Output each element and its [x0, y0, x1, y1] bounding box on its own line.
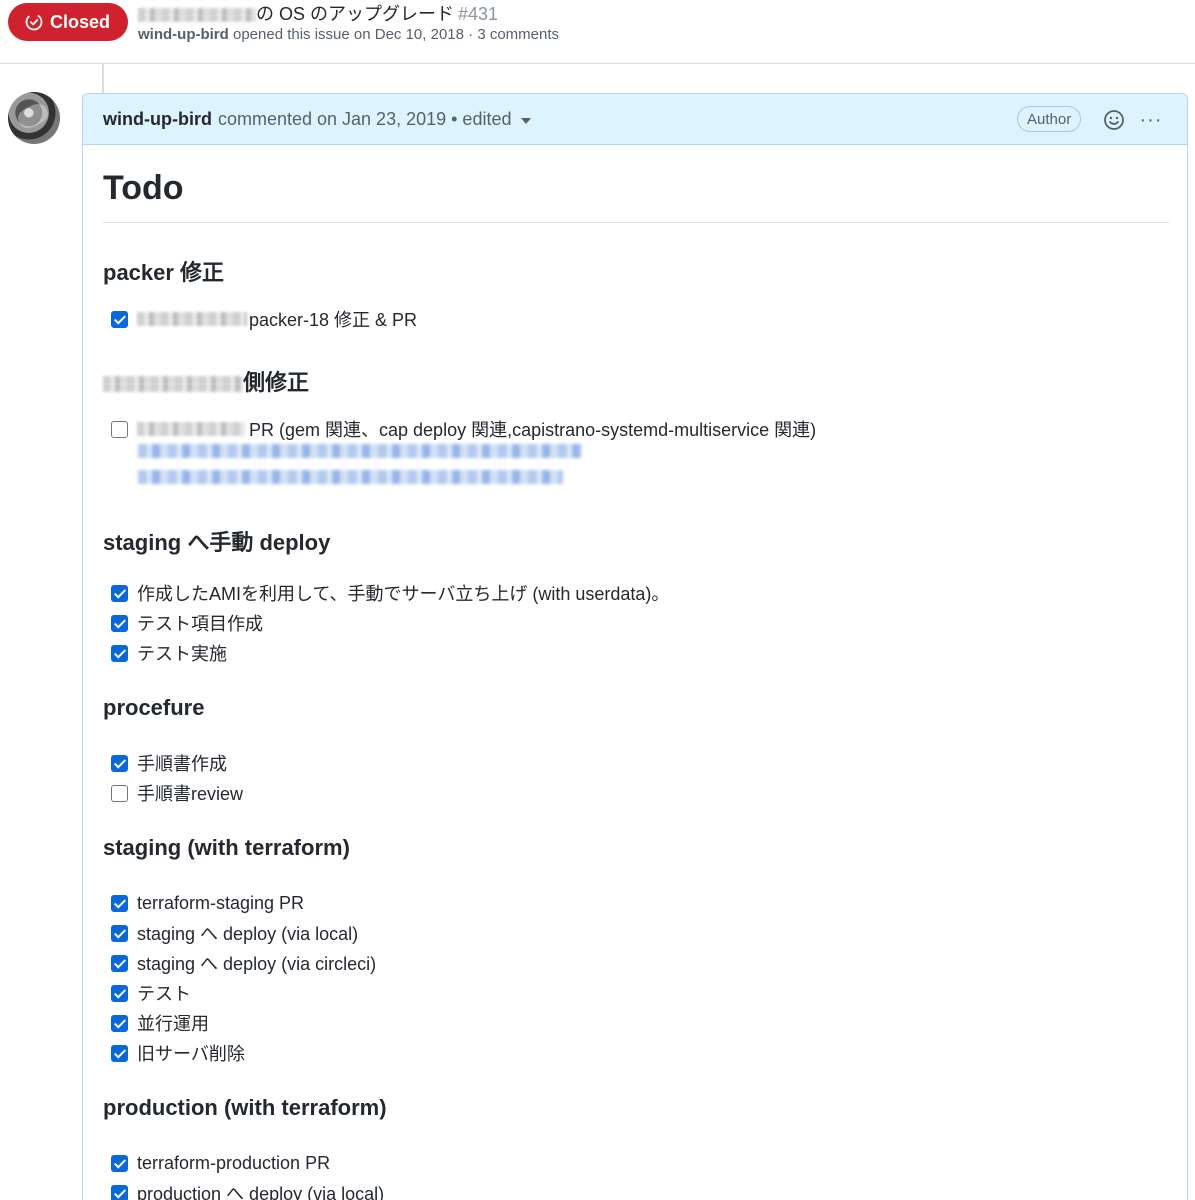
section-heading: procefure	[103, 695, 205, 720]
title-divider	[103, 222, 1169, 223]
task-label: 作成したAMIを利用して、手動でサーバ立ち上げ (with userdata)。	[137, 584, 670, 604]
comment-meta: commented on Jan 23, 2019 • edited	[217, 108, 512, 129]
redacted-text	[138, 8, 256, 23]
issue-author-link[interactable]: wind-up-bird	[138, 26, 229, 43]
task-checkbox[interactable]	[111, 1044, 128, 1062]
issue-state-label: Closed	[50, 11, 111, 32]
task-label: production へ deploy (via local)	[137, 1184, 385, 1200]
avatar[interactable]	[8, 92, 60, 144]
task-checkbox[interactable]	[111, 924, 128, 942]
task-item: packer-18 修正 & PR	[111, 307, 417, 331]
comment-author-link[interactable]: wind-up-bird	[103, 109, 212, 130]
task-label: テスト実施	[137, 644, 227, 664]
task-item: terraform-production PR	[111, 1151, 330, 1175]
task-item: テスト項目作成	[111, 611, 263, 635]
issue-title: の OS のアップグレード #431	[138, 0, 498, 26]
task-label: staging へ deploy (via local)	[137, 924, 359, 944]
redacted-link[interactable]	[138, 470, 563, 484]
task-checkbox[interactable]	[111, 1154, 128, 1172]
task-checkbox[interactable]	[111, 1184, 128, 1200]
issue-opened-text: opened this issue on Dec 10, 2018 · 3 co…	[232, 26, 560, 43]
edit-history-dropdown-icon[interactable]	[521, 118, 532, 124]
task-item: production へ deploy (via local)	[111, 1181, 384, 1200]
section-heading: production (with terraform)	[103, 1095, 387, 1120]
section-heading: packer 修正	[103, 260, 225, 285]
body-title: Todo	[103, 169, 184, 207]
issue-header: Closed の OS のアップグレード #431 wind-up-bird op…	[0, 0, 1195, 64]
section-heading: staging (with terraform)	[103, 835, 350, 860]
task-label: terraform-staging PR	[137, 892, 305, 913]
task-checkbox[interactable]	[111, 1014, 128, 1032]
task-item: 手順書作成	[111, 751, 227, 775]
issue-meta: wind-up-bird opened this issue on Dec 10…	[138, 26, 559, 43]
redacted-text	[137, 312, 247, 326]
issue-state-badge: Closed	[8, 3, 129, 41]
task-checkbox[interactable]	[111, 954, 128, 972]
task-item: 並行運用	[111, 1011, 209, 1035]
task-label: テスト	[137, 984, 191, 1004]
task-item: テスト実施	[111, 641, 227, 665]
task-checkbox[interactable]	[111, 614, 128, 632]
task-label: terraform-production PR	[137, 1152, 331, 1173]
task-label: 手順書review	[137, 784, 244, 804]
section-heading: 側修正	[103, 365, 309, 397]
more-options-button[interactable]: ···	[1136, 107, 1166, 133]
author-badge: Author	[1017, 106, 1082, 132]
timeline-line	[102, 64, 104, 94]
task-label: 旧サーバ削除	[137, 1044, 245, 1064]
add-reaction-icon[interactable]	[1102, 108, 1126, 132]
task-label: packer-18 修正 & PR	[249, 310, 418, 330]
task-item: terraform-staging PR	[111, 891, 304, 915]
task-checkbox[interactable]	[111, 644, 128, 662]
task-label: 並行運用	[137, 1014, 209, 1034]
comment-box: wind-up-bird commented on Jan 23, 2019 •…	[82, 93, 1188, 1200]
task-label: テスト項目作成	[137, 614, 263, 634]
task-item: テスト	[111, 981, 191, 1005]
task-checkbox[interactable]	[111, 420, 128, 438]
task-checkbox[interactable]	[111, 784, 128, 802]
closed-issue-icon	[25, 13, 43, 31]
task-item: 作成したAMIを利用して、手動でサーバ立ち上げ (with userdata)。	[111, 581, 669, 605]
task-checkbox[interactable]	[111, 754, 128, 772]
redacted-link[interactable]	[138, 444, 582, 458]
task-checkbox[interactable]	[111, 584, 128, 602]
redacted-text	[137, 422, 245, 436]
task-item: 手順書review	[111, 781, 243, 805]
section-heading: staging へ手動 deploy	[103, 530, 331, 555]
redacted-text	[103, 376, 243, 393]
issue-title-text: の OS のアップグレード	[256, 4, 455, 24]
section-heading-text: 側修正	[243, 370, 310, 395]
task-checkbox[interactable]	[111, 984, 128, 1002]
task-label: staging へ deploy (via circleci)	[137, 954, 377, 974]
task-item: 旧サーバ削除	[111, 1041, 245, 1065]
task-label: PR (gem 関連、cap deploy 関連,capistrano-syst…	[249, 420, 817, 440]
task-item: PR (gem 関連、cap deploy 関連,capistrano-syst…	[111, 417, 816, 441]
issue-number: #431	[458, 4, 499, 24]
task-checkbox[interactable]	[111, 310, 128, 328]
task-item: staging へ deploy (via circleci)	[111, 951, 376, 975]
comment-header: wind-up-bird commented on Jan 23, 2019 •…	[83, 94, 1187, 145]
task-checkbox[interactable]	[111, 894, 128, 912]
task-item: staging へ deploy (via local)	[111, 921, 358, 945]
task-label: 手順書作成	[137, 754, 227, 774]
